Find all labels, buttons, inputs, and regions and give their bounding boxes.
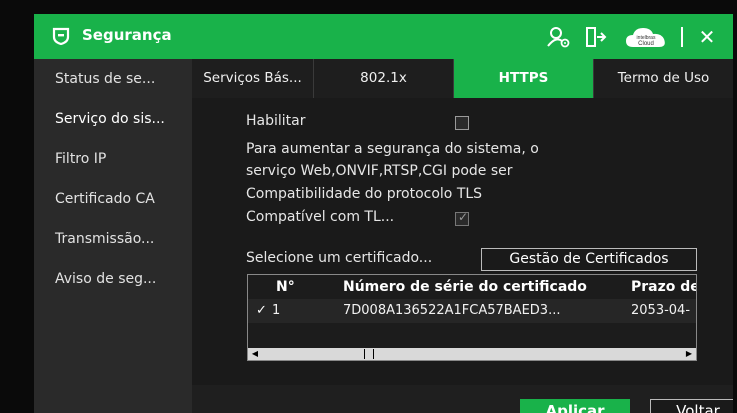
tab-8021x[interactable]: 802.1x bbox=[314, 59, 454, 98]
enable-label: Habilitar bbox=[246, 113, 306, 129]
sidebar-item-label: Transmissão... bbox=[55, 231, 155, 247]
cloud-icon[interactable]: intelbras Cloud bbox=[624, 25, 668, 49]
apply-button[interactable]: Aplicar bbox=[520, 399, 630, 413]
column-header-number: N° bbox=[276, 279, 295, 295]
tab-basic-services[interactable]: Serviços Bás... bbox=[192, 59, 314, 98]
cloud-label: Cloud bbox=[638, 41, 654, 47]
scroll-thumb[interactable] bbox=[364, 349, 374, 359]
sidebar-item-label: Status de se... bbox=[55, 71, 156, 87]
row-check-icon[interactable]: ✓ bbox=[256, 299, 267, 323]
https-panel: Habilitar Para aumentar a segurança do s… bbox=[192, 98, 733, 413]
table-row[interactable]: ✓ 1 7D008A136522A1FCA57BAED3... 2053-04- bbox=[248, 299, 696, 323]
column-header-expiry: Prazo de bbox=[631, 279, 697, 295]
scroll-right-icon[interactable]: ▶ bbox=[682, 348, 696, 360]
back-button[interactable]: Voltar bbox=[650, 399, 733, 413]
user-settings-icon[interactable] bbox=[546, 24, 572, 50]
security-window: Segurança intelbras Cloud ✕ Status de se… bbox=[34, 14, 733, 413]
screen-frame: Segurança intelbras Cloud ✕ Status de se… bbox=[0, 0, 737, 413]
sidebar-item-system-service[interactable]: › Serviço do sis... bbox=[34, 99, 192, 139]
sidebar-item-security-warning[interactable]: Aviso de seg... bbox=[34, 259, 192, 299]
tab-terms-of-use[interactable]: Termo de Uso bbox=[594, 59, 733, 98]
description-line-2: serviço Web,ONVIF,RTSP,CGI pode ser bbox=[246, 163, 513, 179]
column-header-serial: Número de série do certificado bbox=[343, 279, 587, 295]
sidebar-item-label: Serviço do sis... bbox=[55, 111, 165, 127]
description-line-1: Para aumentar a segurança do sistema, o bbox=[246, 141, 539, 157]
close-button[interactable]: ✕ bbox=[694, 24, 720, 50]
sidebar: Status de se... › Serviço do sis... Filt… bbox=[34, 59, 192, 413]
window-title: Segurança bbox=[82, 26, 172, 44]
toolbar-divider bbox=[681, 27, 683, 47]
tls-compat-label: Compatível com TL... bbox=[246, 209, 395, 225]
certificate-management-button[interactable]: Gestão de Certificados bbox=[481, 248, 697, 271]
tab-https[interactable]: HTTPS bbox=[454, 59, 594, 98]
select-certificate-label: Selecione um certificado... bbox=[246, 250, 433, 266]
cell-expiry: 2053-04- bbox=[631, 303, 691, 318]
enable-checkbox[interactable] bbox=[455, 116, 469, 130]
sidebar-item-ip-filter[interactable]: Filtro IP bbox=[34, 139, 192, 179]
shield-icon bbox=[52, 27, 70, 45]
cell-number: 1 bbox=[272, 303, 281, 318]
certificate-table: N° Número de série do certificado Prazo … bbox=[247, 274, 697, 361]
sidebar-item-label: Filtro IP bbox=[55, 151, 107, 167]
title-bar: Segurança intelbras Cloud ✕ bbox=[34, 14, 733, 59]
tab-bar: Serviços Bás... 802.1x HTTPS Termo de Us… bbox=[192, 59, 733, 98]
sidebar-item-label: Aviso de seg... bbox=[55, 271, 157, 287]
check-icon: ✓ bbox=[458, 210, 469, 224]
cell-serial: 7D008A136522A1FCA57BAED3... bbox=[343, 303, 561, 318]
tls-compat-heading: Compatibilidade do protocolo TLS bbox=[246, 186, 483, 202]
sidebar-item-security-status[interactable]: Status de se... bbox=[34, 59, 192, 99]
scroll-left-icon[interactable]: ◀ bbox=[248, 348, 262, 360]
logout-icon[interactable] bbox=[582, 24, 608, 50]
sidebar-item-transmission[interactable]: Transmissão... bbox=[34, 219, 192, 259]
sidebar-item-label: Certificado CA bbox=[55, 191, 155, 207]
tls-compat-checkbox[interactable]: ✓ bbox=[455, 210, 469, 226]
horizontal-scrollbar[interactable]: ◀ ▶ bbox=[248, 348, 696, 360]
sidebar-item-ca-certificate[interactable]: Certificado CA bbox=[34, 179, 192, 219]
